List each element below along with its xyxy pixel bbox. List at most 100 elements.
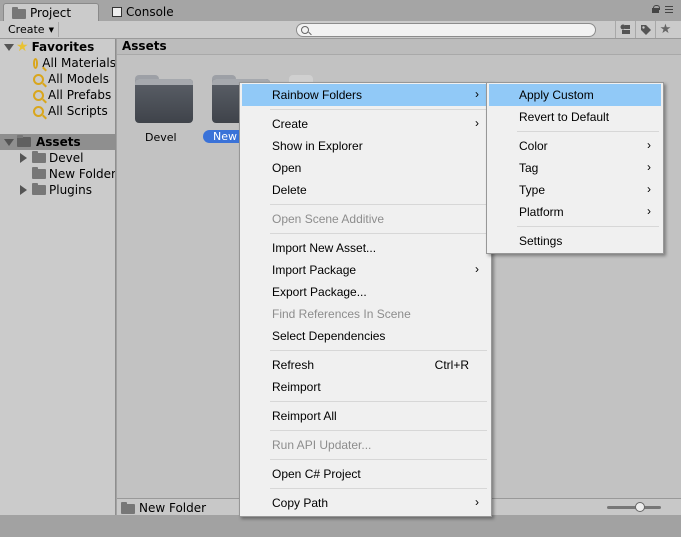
search-input[interactable] — [296, 23, 596, 37]
submenu-arrow-icon: › — [647, 204, 651, 218]
tree-item-all-models[interactable]: All Models — [0, 71, 115, 87]
menu-separator — [270, 233, 487, 234]
search-filter-icon — [33, 105, 44, 117]
tab-console[interactable]: Console — [106, 3, 206, 21]
tab-controls — [652, 5, 673, 13]
search-filter-icon — [33, 89, 44, 101]
menu-item-apply-custom[interactable]: Apply Custom — [489, 84, 661, 106]
menu-item-select-dependencies[interactable]: Select Dependencies — [242, 325, 489, 347]
project-tree: ★ Favorites All Materials All Models All… — [0, 39, 116, 515]
window-tab-bar: Project Console — [0, 0, 681, 21]
menu-item-platform[interactable]: Platform › — [489, 201, 661, 223]
assets-label: Assets — [36, 135, 81, 149]
tree-item-label: Plugins — [49, 183, 92, 197]
rainbow-folders-submenu: Apply Custom Revert to Default Color › T… — [486, 82, 664, 254]
menu-item-copy-path[interactable]: Copy Path › — [242, 492, 489, 514]
expand-arrow-icon[interactable] — [4, 43, 14, 51]
chevron-down-icon: ▼ — [48, 25, 54, 34]
menu-item-reimport-all[interactable]: Reimport All — [242, 405, 489, 427]
menu-item-label: Color — [519, 139, 548, 153]
tab-console-label: Console — [126, 5, 174, 19]
submenu-arrow-icon: › — [475, 116, 479, 130]
submenu-arrow-icon: › — [475, 262, 479, 276]
tab-project[interactable]: Project — [3, 3, 99, 21]
menu-separator — [270, 488, 487, 489]
menu-item-color[interactable]: Color › — [489, 135, 661, 157]
lock-icon[interactable] — [652, 5, 660, 13]
submenu-arrow-icon: › — [647, 182, 651, 196]
menu-item-create[interactable]: Create › — [242, 113, 489, 135]
menu-item-delete[interactable]: Delete — [242, 179, 489, 201]
console-icon — [112, 7, 122, 17]
menu-item-label: Reimport — [272, 380, 321, 394]
menu-item-rainbow-folders[interactable]: Rainbow Folders › — [242, 84, 489, 106]
menu-item-open-scene-additive[interactable]: Open Scene Additive — [242, 208, 489, 230]
menu-item-settings[interactable]: Settings — [489, 230, 661, 252]
folder-icon — [32, 151, 46, 163]
menu-separator — [270, 109, 487, 110]
menu-separator — [270, 430, 487, 431]
menu-separator — [517, 131, 659, 132]
folder-icon — [12, 6, 26, 19]
icon-size-slider[interactable] — [607, 506, 661, 509]
submenu-arrow-icon: › — [647, 138, 651, 152]
folder-icon — [32, 167, 46, 179]
tree-item-all-scripts[interactable]: All Scripts — [0, 103, 115, 119]
menu-item-show-in-explorer[interactable]: Show in Explorer — [242, 135, 489, 157]
menu-item-label: Show in Explorer — [272, 139, 363, 153]
menu-item-label: Settings — [519, 234, 563, 248]
menu-item-open-csharp-project[interactable]: Open C# Project — [242, 463, 489, 485]
filter-by-type-icon[interactable] — [615, 21, 635, 38]
tree-item-plugins[interactable]: Plugins — [0, 182, 115, 198]
menu-item-label: Revert to Default — [519, 110, 610, 124]
folder-icon — [32, 183, 46, 195]
context-menu: Rainbow Folders › Create › Show in Explo… — [239, 82, 492, 517]
expand-arrow-icon[interactable] — [20, 185, 27, 195]
folder-devel-label: Devel — [145, 131, 177, 144]
menu-separator — [270, 350, 487, 351]
menu-item-reimport[interactable]: Reimport — [242, 376, 489, 398]
menu-item-refresh[interactable]: Refresh Ctrl+R — [242, 354, 489, 376]
menu-item-label: Create — [272, 117, 309, 131]
favorite-star-icon[interactable]: ★ — [655, 21, 675, 38]
favorites-label: Favorites — [31, 40, 95, 54]
menu-item-label: Type — [519, 183, 546, 197]
submenu-arrow-icon: › — [475, 495, 479, 509]
menu-item-label: Rainbow Folders — [272, 88, 363, 102]
assets-breadcrumb: Assets — [117, 39, 681, 55]
tree-item-label: Devel — [49, 151, 84, 165]
menu-item-shortcut: Ctrl+R — [434, 358, 469, 372]
menu-item-open[interactable]: Open — [242, 157, 489, 179]
expand-arrow-icon[interactable] — [4, 138, 14, 146]
toolbar-filter-icons: ★ — [615, 21, 675, 38]
menu-item-tag[interactable]: Tag › — [489, 157, 661, 179]
create-button-label: Create — [8, 23, 45, 36]
create-dropdown-button[interactable]: Create ▼ — [4, 22, 59, 37]
tree-favorites[interactable]: ★ Favorites — [0, 39, 115, 55]
filter-by-label-icon[interactable] — [635, 21, 655, 38]
favorites-star-icon: ★ — [16, 39, 29, 55]
menu-item-import-package[interactable]: Import Package › — [242, 259, 489, 281]
menu-item-revert-to-default[interactable]: Revert to Default — [489, 106, 661, 128]
tree-item-devel[interactable]: Devel — [0, 150, 115, 166]
menu-item-label: Tag — [519, 161, 539, 175]
expand-arrow-icon[interactable] — [20, 153, 27, 163]
tree-item-all-materials[interactable]: All Materials — [0, 55, 115, 71]
menu-separator — [270, 459, 487, 460]
window-footer — [0, 515, 681, 537]
tree-item-all-prefabs[interactable]: All Prefabs — [0, 87, 115, 103]
icon-size-slider-thumb[interactable] — [635, 502, 645, 512]
menu-item-import-new-asset[interactable]: Import New Asset... — [242, 237, 489, 259]
menu-item-find-references[interactable]: Find References In Scene — [242, 303, 489, 325]
folder-devel-icon[interactable] — [135, 75, 193, 123]
tab-menu-icon[interactable] — [665, 5, 673, 13]
menu-item-export-package[interactable]: Export Package... — [242, 281, 489, 303]
tree-item-label: All Scripts — [48, 104, 108, 118]
folder-icon — [17, 135, 31, 147]
menu-item-run-api-updater[interactable]: Run API Updater... — [242, 434, 489, 456]
tree-assets[interactable]: Assets — [0, 134, 115, 150]
tree-item-label: New Folder — [48, 167, 116, 181]
tree-item-new-folder[interactable]: New Folder — [0, 166, 116, 182]
selected-path-label: New Folder — [139, 501, 207, 515]
menu-item-type[interactable]: Type › — [489, 179, 661, 201]
